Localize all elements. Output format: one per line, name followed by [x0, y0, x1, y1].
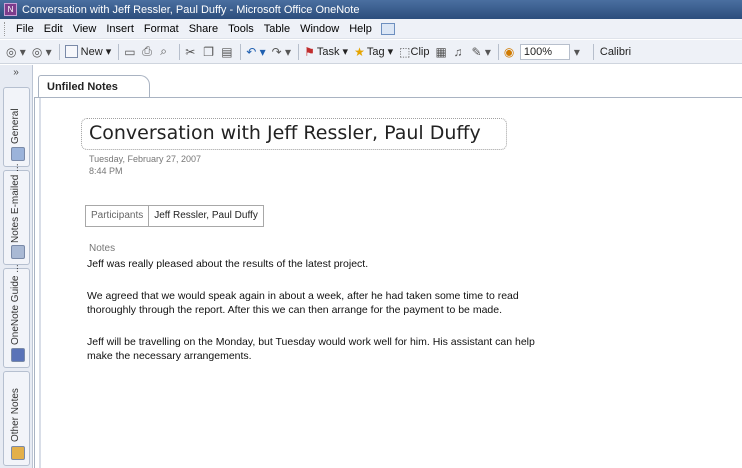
copy-button[interactable]: ❐ [201, 43, 217, 61]
menu-format[interactable]: Format [139, 23, 184, 35]
notebook-label: Notes E-mailed ... [10, 163, 21, 243]
toolbar-separator [592, 43, 594, 60]
notebook-navigation: » General Notes E-mailed ... OneNote Gui… [0, 65, 33, 468]
help-pane-icon[interactable] [380, 22, 395, 35]
menu-insert[interactable]: Insert [101, 23, 139, 35]
menu-share[interactable]: Share [184, 23, 223, 35]
undo-button[interactable]: ↶ ▾ [244, 43, 267, 61]
menu-window[interactable]: Window [295, 23, 344, 35]
new-button[interactable]: New ▾ [63, 43, 114, 61]
menu-bar: File Edit View Insert Format Share Tools… [0, 19, 742, 39]
menu-view[interactable]: View [68, 23, 102, 35]
forward-button[interactable]: ◎ ▾ [30, 43, 54, 61]
back-icon: ◎ ▾ [6, 44, 26, 59]
page-time: 8:44 PM [89, 166, 123, 176]
tag-button[interactable]: ★ Tag ▾ [352, 43, 395, 61]
notebook-icon [11, 446, 25, 460]
page-date: Tuesday, February 27, 2007 [89, 154, 202, 164]
print-preview-button[interactable]: ⌕ [158, 43, 174, 61]
folder-icon: ▭ [124, 44, 136, 59]
pen-button[interactable]: ✎ ▾ [469, 43, 492, 61]
toolbar-separator [118, 43, 120, 60]
cut-button[interactable]: ✂ [183, 43, 199, 61]
tag-label: Tag [366, 45, 385, 58]
toolbar-separator [179, 43, 181, 60]
participants-label: Participants [86, 206, 150, 226]
star-icon: ★ [354, 44, 365, 59]
onenote-app-icon: N [4, 3, 17, 16]
menu-file[interactable]: File [11, 23, 39, 35]
notebook-icon [11, 348, 25, 362]
notebook-label: General [10, 108, 21, 144]
chevron-down-icon: ▾ [573, 44, 580, 59]
menu-grip[interactable] [4, 21, 7, 36]
zoom-dropdown[interactable]: ▾ [572, 43, 588, 61]
font-select[interactable]: Calibri [597, 44, 657, 60]
print-button[interactable]: ⎙ [140, 43, 156, 61]
notebook-icon [11, 245, 25, 259]
standard-toolbar: ◎ ▾ ◎ ▾ New ▾ ▭ ⎙ ⌕ ✂ ❐ ▤ ↶ ▾ ↷ ▾ ⚑ Task… [0, 40, 742, 64]
paste-icon: ▤ [221, 44, 233, 59]
clip-button[interactable]: ⬚ Clip [397, 43, 431, 61]
audio-icon: ♫ [453, 44, 463, 59]
note-line[interactable]: make the necessary arrangements. [87, 350, 252, 362]
notebook-label: OneNote Guide ... [10, 264, 21, 345]
notebook-label: Other Notes [10, 388, 21, 442]
note-line[interactable]: thoroughly through the report. After thi… [87, 304, 502, 316]
note-line[interactable]: We agreed that we would speak again in a… [87, 290, 519, 302]
participants-table[interactable]: Participants Jeff Ressler, Paul Duffy [85, 205, 264, 227]
task-label: Task [316, 45, 340, 58]
research-icon: ◉ [503, 44, 515, 59]
zoom-select[interactable]: 100% [519, 43, 570, 60]
notebook-tab-general[interactable]: General [3, 87, 30, 167]
research-button[interactable]: ◉ [502, 43, 518, 61]
notebook-tab-onenote-guide[interactable]: OneNote Guide ... [3, 264, 30, 368]
section-tab-unfiled-notes[interactable]: Unfiled Notes [38, 75, 150, 98]
page-gutter [39, 98, 41, 468]
audio-button[interactable]: ♫ [451, 43, 467, 61]
paste-button[interactable]: ▤ [219, 43, 235, 61]
menu-table[interactable]: Table [259, 23, 295, 35]
title-bar: N Conversation with Jeff Ressler, Paul D… [0, 0, 742, 19]
scissors-icon: ✂ [185, 44, 196, 59]
notebook-tab-notes-emailed[interactable]: Notes E-mailed ... [3, 164, 30, 265]
table-button[interactable]: ▦ [433, 43, 449, 61]
copy-icon: ❐ [203, 44, 215, 59]
redo-button[interactable]: ↷ ▾ [270, 43, 293, 61]
page-title[interactable]: Conversation with Jeff Ressler, Paul Duf… [89, 122, 481, 144]
notebook-icon [11, 147, 25, 161]
task-button[interactable]: ⚑ Task ▾ [302, 43, 350, 61]
participants-value[interactable]: Jeff Ressler, Paul Duffy [149, 206, 263, 226]
table-icon: ▦ [435, 44, 447, 59]
toolbar-separator [240, 43, 242, 60]
notes-label: Notes [89, 243, 116, 254]
menu-help[interactable]: Help [344, 23, 377, 35]
new-page-icon [64, 45, 78, 58]
print-preview-icon: ⌕ [160, 44, 167, 58]
open-button[interactable]: ▭ [122, 43, 138, 61]
flag-icon: ⚑ [304, 44, 315, 59]
print-icon: ⎙ [142, 44, 152, 58]
expand-navigation-button[interactable]: » [0, 67, 32, 83]
pen-icon: ✎ ▾ [471, 44, 491, 59]
page-canvas[interactable]: Conversation with Jeff Ressler, Paul Duf… [34, 98, 742, 468]
forward-icon: ◎ ▾ [31, 44, 52, 59]
back-button[interactable]: ◎ ▾ [4, 43, 28, 61]
menu-edit[interactable]: Edit [39, 23, 68, 35]
menu-tools[interactable]: Tools [223, 23, 259, 35]
window-title: Conversation with Jeff Ressler, Paul Duf… [22, 3, 360, 16]
undo-icon: ↶ ▾ [246, 44, 266, 59]
clip-label: Clip [410, 45, 430, 58]
new-label: New [80, 45, 103, 58]
note-line[interactable]: Jeff will be travelling on the Monday, b… [87, 336, 535, 348]
toolbar-separator [497, 43, 499, 60]
notebook-tab-other-notes[interactable]: Other Notes [3, 371, 30, 466]
toolbar-separator [298, 43, 300, 60]
section-tab-strip: Unfiled Notes [34, 65, 742, 98]
toolbar-separator [58, 43, 60, 60]
note-line[interactable]: Jeff was really pleased about the result… [87, 258, 368, 270]
redo-icon: ↷ ▾ [271, 44, 292, 59]
screen-clip-icon: ⬚ [399, 44, 411, 59]
